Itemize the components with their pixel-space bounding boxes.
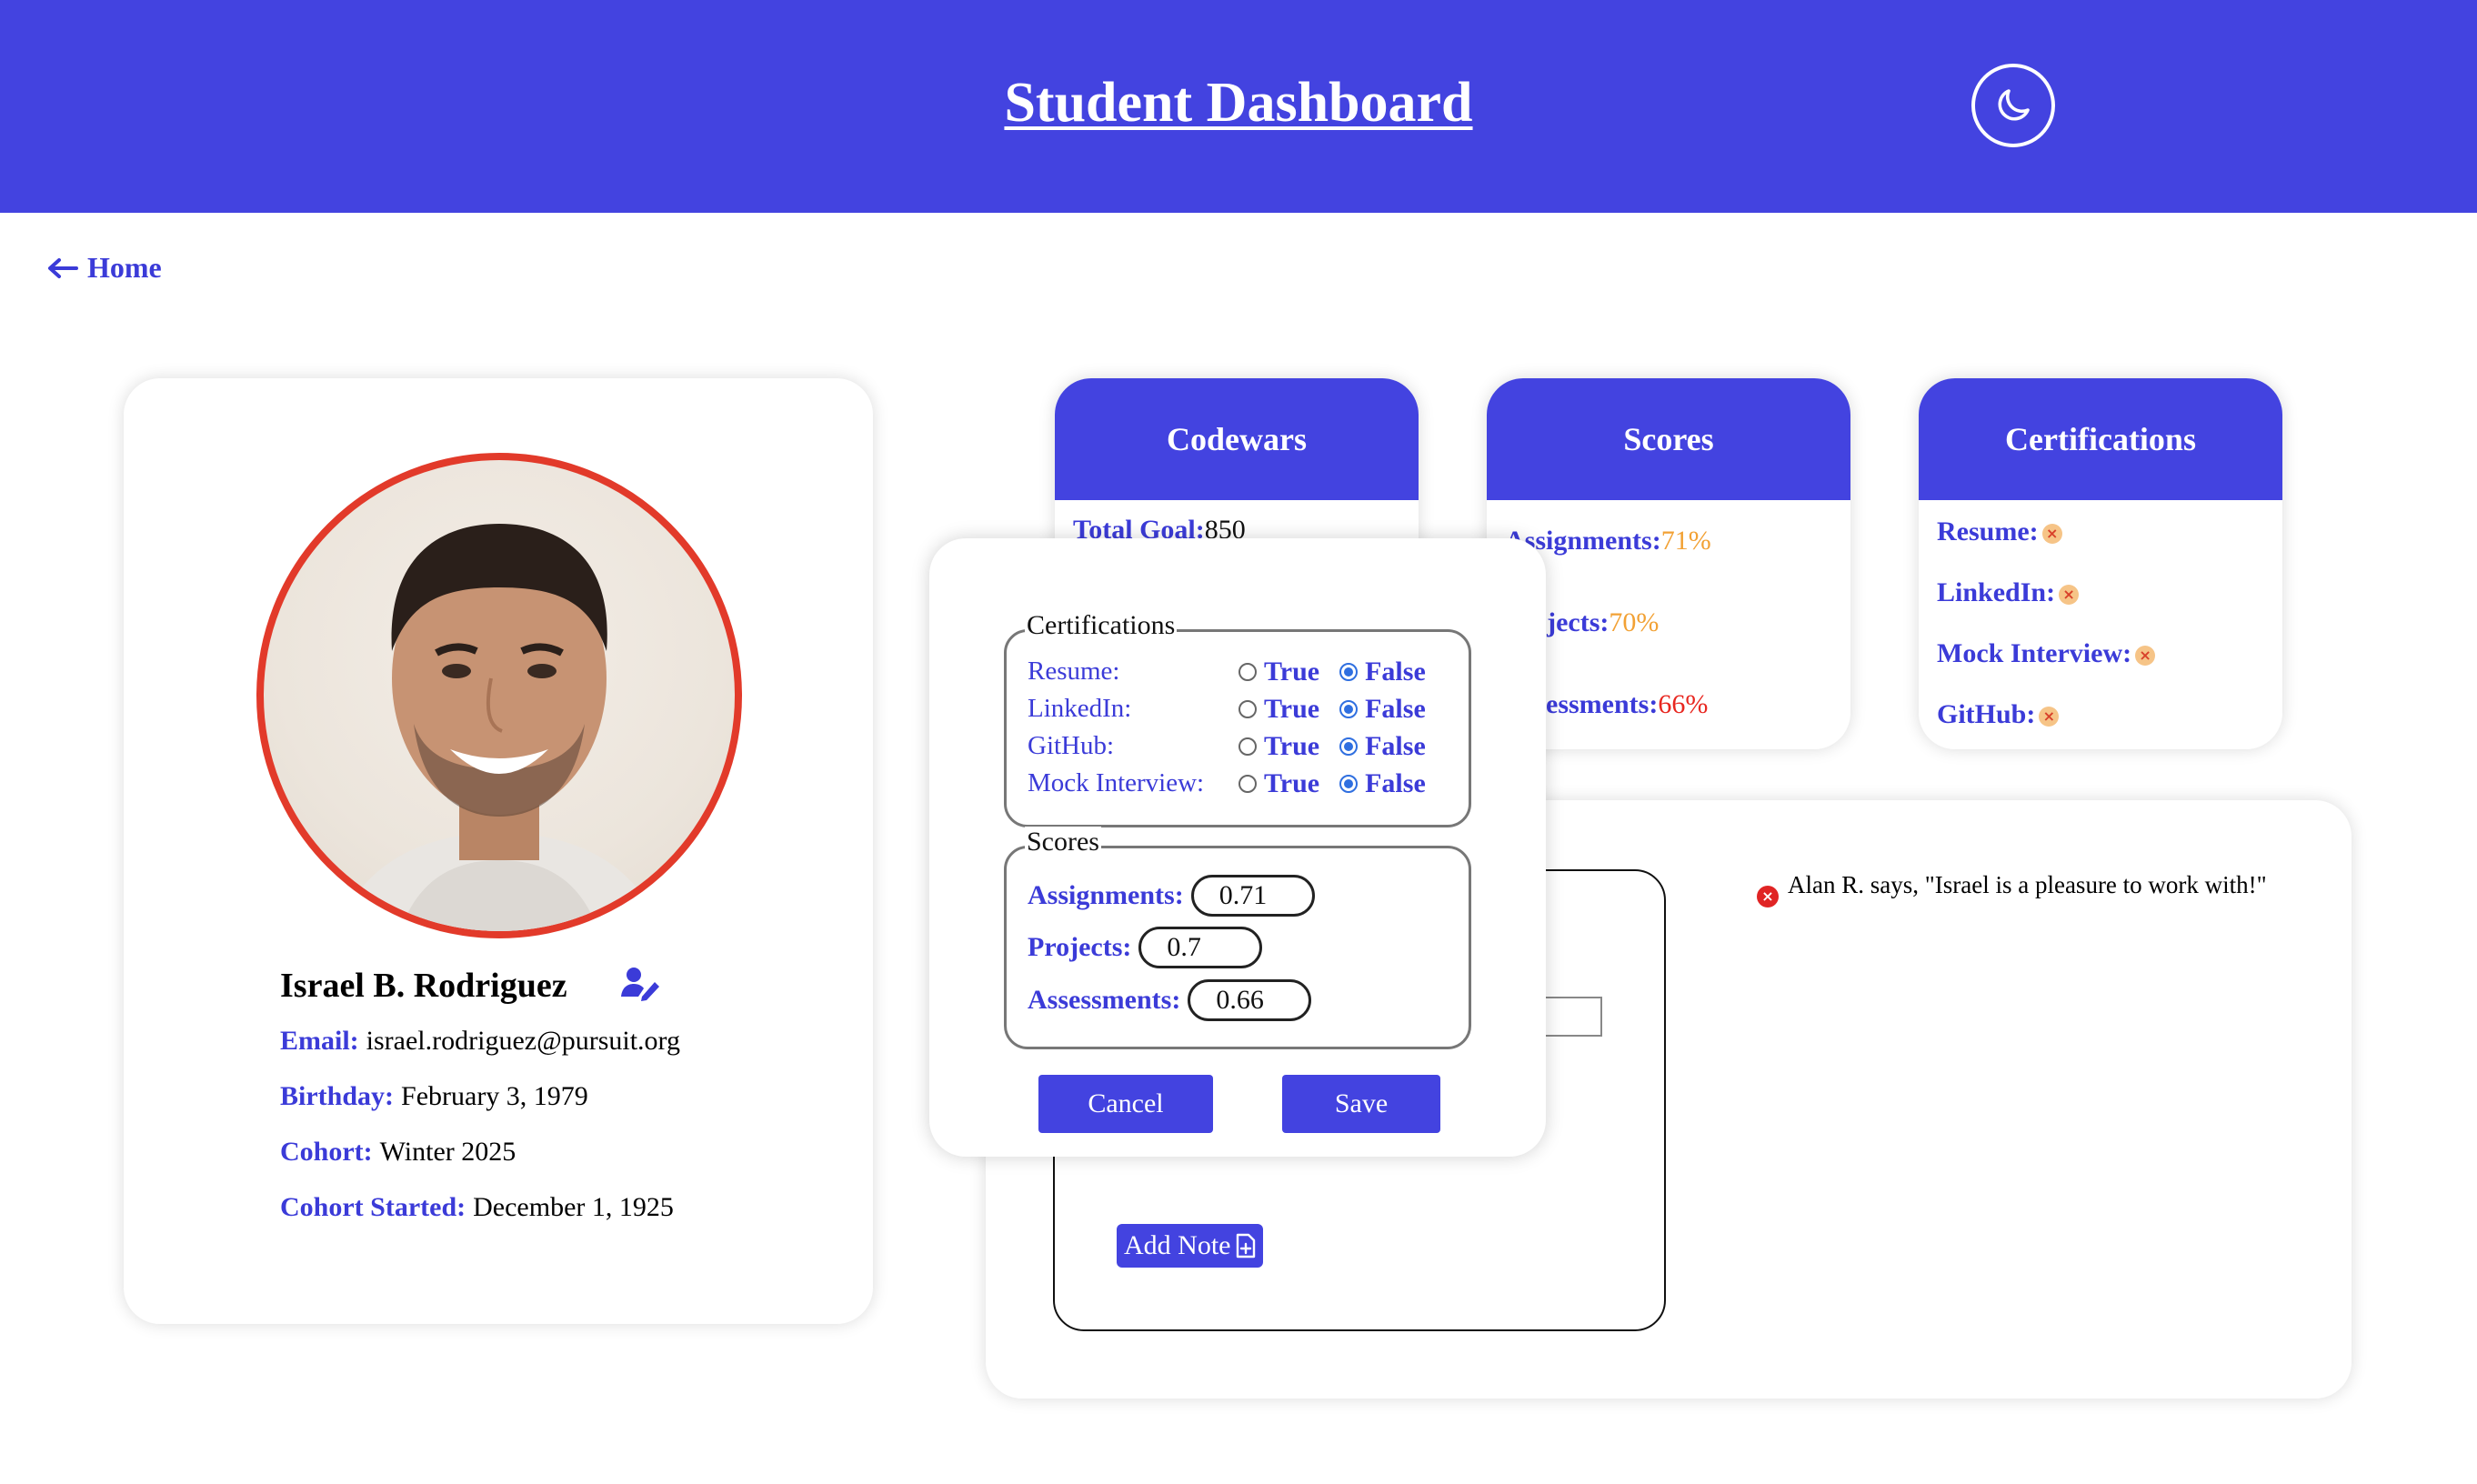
cert-mock-interview: Mock Interview: × (1937, 638, 2156, 669)
cohort-row: Cohort: Winter 2025 (280, 1137, 516, 1168)
avatar (256, 453, 742, 938)
cohort-value: Winter 2025 (379, 1137, 516, 1167)
linkedin-radio-group: True False (1238, 694, 1426, 725)
x-icon: × (2059, 585, 2080, 606)
projects-input[interactable]: 0.7 (1138, 927, 1263, 968)
cert-resume-label: Resume: (1937, 516, 2039, 546)
resume-false-label: False (1365, 657, 1426, 687)
save-button[interactable]: Save (1282, 1075, 1440, 1133)
modal-assignments-label: Assignments: (1028, 880, 1184, 910)
linkedin-true-radio[interactable] (1238, 700, 1257, 718)
cancel-button[interactable]: Cancel (1038, 1075, 1213, 1133)
github-true-label: True (1264, 731, 1320, 761)
assignments-input[interactable]: 0.71 (1190, 875, 1315, 917)
note-text: Alan R. says, "Israel is a pleasure to w… (1788, 871, 2267, 898)
mock-interview-true-label: True (1264, 768, 1320, 798)
cohort-started-label: Cohort Started: (280, 1192, 466, 1222)
mock-interview-radio-group: True False (1238, 768, 1426, 799)
modal-cert-mock-interview-label: Mock Interview: (1028, 768, 1205, 797)
email-row: Email: israel.rodriguez@pursuit.org (280, 1026, 680, 1057)
birthday-label: Birthday: (280, 1081, 395, 1111)
linkedin-false-radio[interactable] (1339, 700, 1359, 718)
github-true-radio[interactable] (1238, 737, 1257, 756)
arrow-left-icon (48, 257, 78, 278)
certifications-legend: Certifications (1025, 610, 1178, 641)
modal-cert-resume-label: Resume: (1028, 657, 1120, 686)
page-title: Student Dashboard (1004, 72, 1473, 134)
resume-true-radio[interactable] (1238, 663, 1257, 681)
note-input[interactable] (1546, 997, 1602, 1037)
certifications-title: Certifications (1919, 378, 2282, 500)
email-value: israel.rodriguez@pursuit.org (366, 1026, 680, 1056)
modal-assessments-label: Assessments: (1028, 985, 1181, 1015)
student-name: Israel B. Rodriguez (280, 967, 567, 1005)
github-false-label: False (1365, 731, 1426, 761)
assignments-value: 71% (1660, 526, 1711, 556)
cohort-started-row: Cohort Started: December 1, 1925 (280, 1192, 674, 1223)
delete-note-icon[interactable]: × (1757, 886, 1779, 907)
cert-github-label: GitHub: (1937, 699, 2036, 729)
cert-linkedin-label: LinkedIn: (1937, 577, 2056, 607)
x-icon: × (2135, 646, 2156, 667)
cert-github: GitHub: × (1937, 699, 2060, 730)
modal-assessments-row: Assessments: 0.66 (1028, 979, 1312, 1021)
home-link[interactable]: Home (47, 251, 162, 285)
user-edit-icon[interactable] (620, 966, 660, 1002)
birthday-row: Birthday: February 3, 1979 (280, 1081, 588, 1112)
note-item: × Alan R. says, "Israel is a pleasure to… (1757, 869, 2268, 907)
resume-false-radio[interactable] (1339, 663, 1359, 681)
assessments-value: 66% (1658, 689, 1709, 719)
add-note-label: Add Note (1124, 1230, 1231, 1260)
x-icon: × (2041, 524, 2062, 545)
cert-linkedin: LinkedIn: × (1937, 577, 2080, 608)
github-radio-group: True False (1238, 731, 1426, 762)
scores-legend: Scores (1025, 827, 1101, 857)
certifications-card: Certifications Resume: × LinkedIn: × Mock … (1919, 378, 2282, 749)
modal-cert-linkedin-label: LinkedIn: (1028, 694, 1132, 723)
linkedin-false-label: False (1365, 694, 1426, 724)
cohort-started-value: December 1, 1925 (473, 1192, 674, 1222)
resume-radio-group: True False (1238, 657, 1426, 687)
avatar-photo (336, 524, 662, 931)
linkedin-true-label: True (1264, 694, 1320, 724)
scores-title: Scores (1487, 378, 1850, 500)
github-false-radio[interactable] (1339, 737, 1359, 756)
modal-cert-github-label: GitHub: (1028, 731, 1115, 760)
mock-interview-true-radio[interactable] (1238, 775, 1257, 793)
cert-resume: Resume: × (1937, 516, 2062, 547)
assessments-input[interactable]: 0.66 (1188, 979, 1312, 1021)
modal-assignments-row: Assignments: 0.71 (1028, 875, 1315, 917)
add-note-button[interactable]: Add Note (1117, 1224, 1264, 1268)
file-plus-icon (1237, 1233, 1256, 1258)
birthday-value: February 3, 1979 (401, 1081, 588, 1111)
projects-value: 70% (1609, 607, 1660, 637)
moon-icon (1998, 89, 2030, 121)
x-icon: × (2039, 707, 2060, 727)
home-link-label: Home (87, 251, 162, 284)
codewars-title: Codewars (1055, 378, 1419, 500)
resume-true-label: True (1264, 657, 1320, 687)
modal-projects-label: Projects: (1028, 932, 1132, 962)
mock-interview-false-label: False (1365, 768, 1426, 798)
cohort-label: Cohort: (280, 1137, 373, 1167)
theme-toggle-button[interactable] (1971, 64, 2055, 147)
email-label: Email: (280, 1026, 359, 1056)
mock-interview-false-radio[interactable] (1339, 775, 1359, 793)
cert-mock-interview-label: Mock Interview: (1937, 638, 2132, 668)
modal-projects-row: Projects: 0.7 (1028, 927, 1263, 968)
